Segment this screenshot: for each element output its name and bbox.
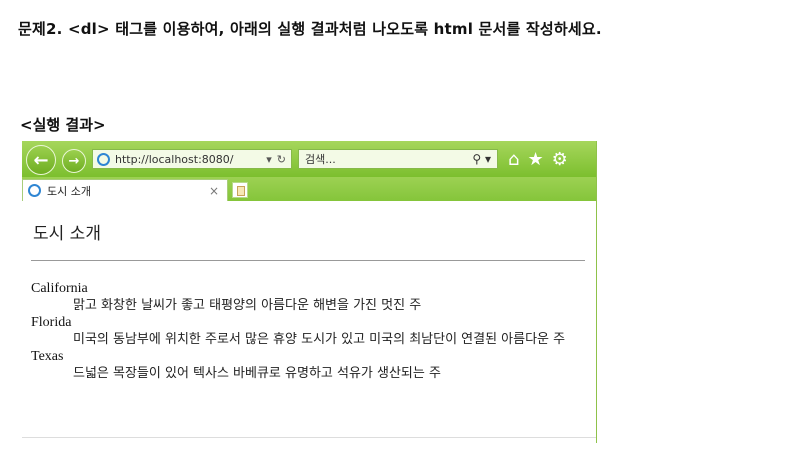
city-description-california: 맑고 화창한 날씨가 좋고 태평양의 아름다운 해변을 가진 멋진 주 xyxy=(73,298,422,313)
page-content: 도시 소개 California 맑고 화창한 날씨가 좋고 태평양의 아름다운… xyxy=(22,201,596,443)
forward-icon: → xyxy=(68,153,80,169)
result-label: <실행 결과> xyxy=(20,116,106,134)
question-text: 문제2. <dl> 태그를 이용하여, 아래의 실행 결과처럼 나오도록 htm… xyxy=(18,20,602,38)
search-input[interactable]: 검색... ⚲ ▾ xyxy=(298,149,498,169)
city-description-florida: 미국의 동남부에 위치한 주로서 많은 휴양 도시가 있고 미국의 최남단이 연… xyxy=(73,332,566,347)
back-button[interactable]: ← xyxy=(26,145,56,175)
refresh-icon[interactable]: ↻ xyxy=(277,153,286,166)
city-name-california: California xyxy=(31,281,88,296)
city-definition-list: California 맑고 화창한 날씨가 좋고 태평양의 아름다운 해변을 가… xyxy=(31,280,581,382)
address-text: http://localhost:8080/ xyxy=(115,152,234,166)
tab-city-intro[interactable]: 도시 소개 × xyxy=(22,179,228,201)
forward-button[interactable]: → xyxy=(62,149,86,173)
horizontal-rule xyxy=(31,260,585,261)
browser-toolbar: ← → http://localhost:8080/ ▾ ↻ 검색... ⚲ ▾… xyxy=(22,141,596,177)
city-description-texas: 드넓은 목장들이 있어 텍사스 바베큐로 유명하고 석유가 생산되는 주 xyxy=(73,366,441,381)
address-bar[interactable]: http://localhost:8080/ ▾ ↻ xyxy=(92,149,292,169)
home-icon[interactable]: ⌂ xyxy=(508,149,519,170)
search-placeholder: 검색... xyxy=(305,153,336,166)
ie-icon xyxy=(97,152,110,166)
gear-icon[interactable]: ⚙ xyxy=(552,149,568,170)
close-icon[interactable]: × xyxy=(209,184,219,198)
new-tab-icon[interactable] xyxy=(232,182,248,198)
bottom-divider xyxy=(22,437,596,438)
tab-bar: 도시 소개 × xyxy=(22,177,596,201)
city-name-texas: Texas xyxy=(31,349,64,364)
tab-title: 도시 소개 xyxy=(47,184,91,198)
tab-ie-icon xyxy=(28,184,41,197)
page-title: 도시 소개 xyxy=(33,224,101,244)
star-icon[interactable]: ★ xyxy=(527,149,543,170)
browser-window: ← → http://localhost:8080/ ▾ ↻ 검색... ⚲ ▾… xyxy=(22,141,597,443)
city-name-florida: Florida xyxy=(31,315,72,330)
back-icon: ← xyxy=(33,149,49,171)
toolbar-icons: ⌂ ★ ⚙ xyxy=(508,147,568,171)
search-icon[interactable]: ⚲ ▾ xyxy=(472,152,491,166)
dropdown-icon[interactable]: ▾ xyxy=(266,153,272,166)
